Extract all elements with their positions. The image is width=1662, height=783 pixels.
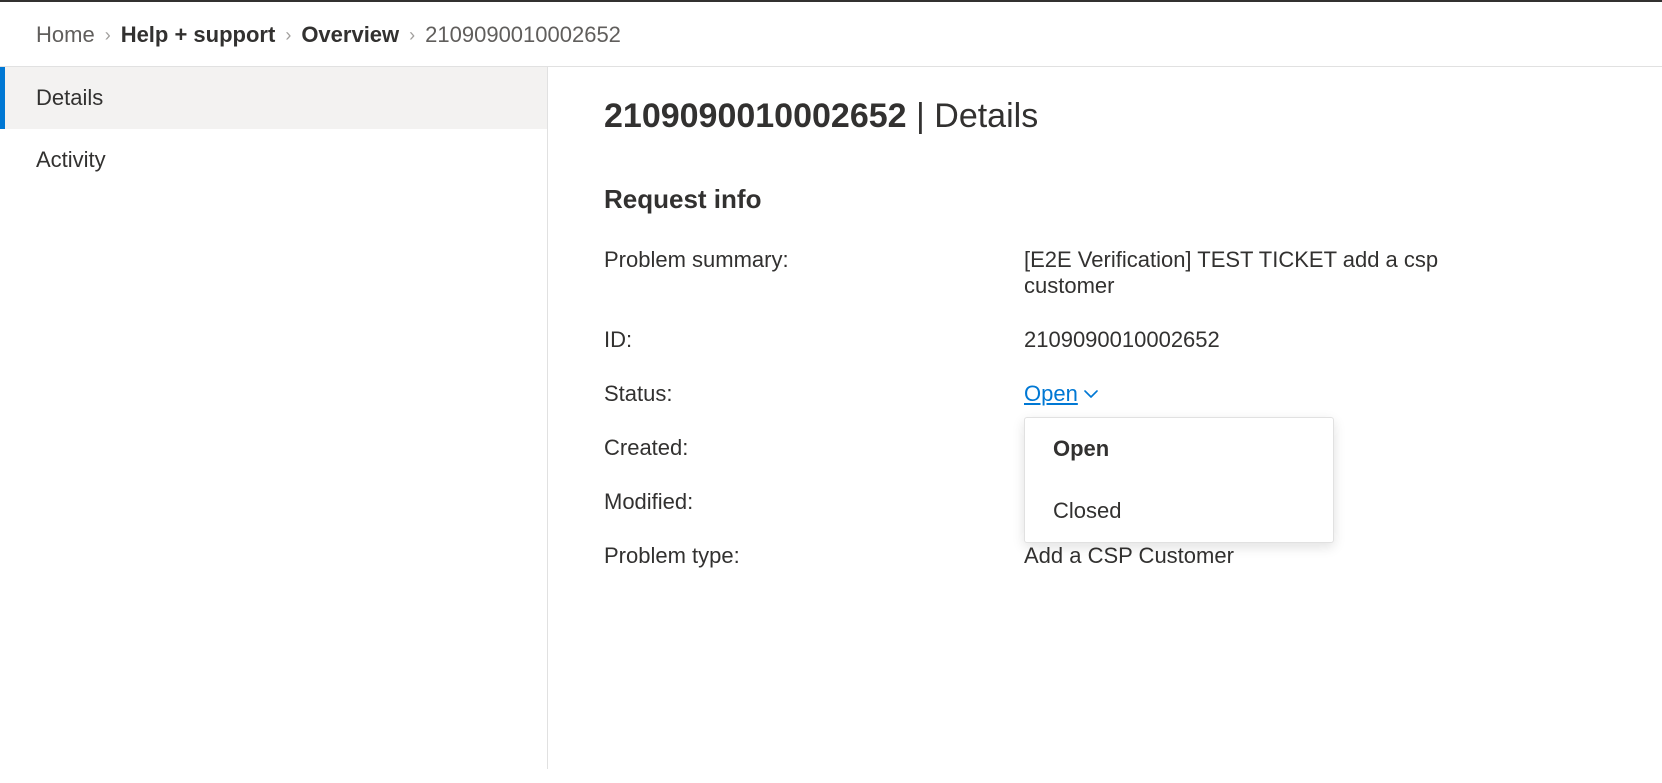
field-value: [E2E Verification] TEST TICKET add a csp… <box>1024 247 1504 299</box>
main-panel: 2109090010002652 | Details Request info … <box>548 67 1662 769</box>
status-dropdown-menu: Open Closed <box>1024 417 1334 543</box>
ticket-id: 2109090010002652 <box>604 97 907 135</box>
sidebar: Details Activity <box>0 67 548 769</box>
field-problem-type: Problem type: Add a CSP Customer <box>604 543 1606 569</box>
section-heading-request-info: Request info <box>604 184 1606 215</box>
sidebar-item-details[interactable]: Details <box>0 67 547 129</box>
chevron-right-icon: › <box>285 25 291 46</box>
field-label: Problem type: <box>604 543 1024 569</box>
field-value: Open Open Closed <box>1024 381 1098 407</box>
field-label: Status: <box>604 381 1024 407</box>
field-label: Problem summary: <box>604 247 1024 273</box>
breadcrumb-current: 2109090010002652 <box>425 22 621 48</box>
breadcrumb-overview[interactable]: Overview <box>301 22 399 48</box>
chevron-right-icon: › <box>105 25 111 46</box>
breadcrumb-home[interactable]: Home <box>36 22 95 48</box>
page-title-suffix: | Details <box>907 97 1039 135</box>
field-label: Created: <box>604 435 1024 461</box>
field-id: ID: 2109090010002652 <box>604 327 1606 353</box>
field-label: ID: <box>604 327 1024 353</box>
field-label: Modified: <box>604 489 1024 515</box>
content-area: Details Activity 2109090010002652 | Deta… <box>0 66 1662 769</box>
field-problem-summary: Problem summary: [E2E Verification] TEST… <box>604 247 1606 299</box>
breadcrumb-help-support[interactable]: Help + support <box>121 22 276 48</box>
chevron-down-icon <box>1084 386 1098 402</box>
breadcrumb: Home › Help + support › Overview › 21090… <box>0 2 1662 66</box>
status-value: Open <box>1024 381 1078 407</box>
chevron-right-icon: › <box>409 25 415 46</box>
page-title: 2109090010002652 | Details <box>604 97 1606 136</box>
field-value: Add a CSP Customer <box>1024 543 1234 569</box>
status-option-open[interactable]: Open <box>1025 418 1333 480</box>
status-dropdown-trigger[interactable]: Open <box>1024 381 1098 407</box>
field-status: Status: Open Open Closed <box>604 381 1606 407</box>
status-option-closed[interactable]: Closed <box>1025 480 1333 542</box>
sidebar-item-activity[interactable]: Activity <box>0 129 547 191</box>
field-value: 2109090010002652 <box>1024 327 1220 353</box>
